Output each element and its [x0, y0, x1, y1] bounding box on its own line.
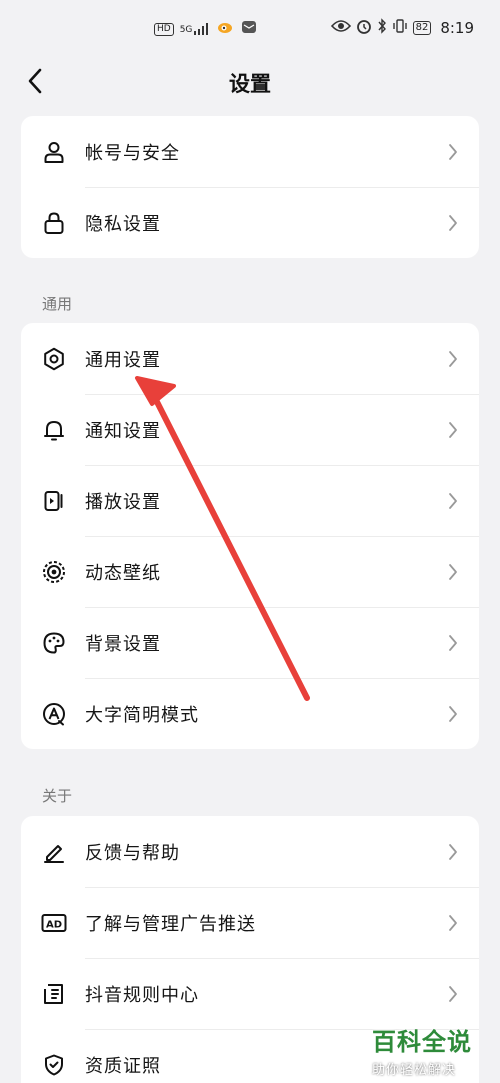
row-label: 背景设置: [85, 633, 161, 655]
pencil-icon: [41, 839, 67, 865]
play-icon: [41, 488, 67, 514]
account-card: 帐号与安全 隐私设置: [21, 116, 479, 258]
row-notification-settings[interactable]: 通知设置: [21, 394, 479, 465]
gear-icon: [41, 346, 67, 372]
network-type: 5G: [179, 25, 193, 35]
chevron-right-icon: [449, 635, 457, 651]
row-playback-settings[interactable]: 播放设置: [21, 465, 479, 536]
watermark-subtitle: 助你轻松解决: [372, 1063, 457, 1078]
row-rules-center[interactable]: 抖音规则中心: [21, 958, 479, 1029]
rules-icon: [41, 981, 67, 1007]
row-label: 抖音规则中心: [85, 984, 199, 1006]
svg-text:AD: AD: [46, 919, 62, 930]
navigation-bar: 设置: [0, 56, 500, 108]
row-label: 大字简明模式: [85, 704, 199, 726]
row-account-security[interactable]: 帐号与安全: [21, 116, 479, 187]
row-privacy-settings[interactable]: 隐私设置: [21, 187, 479, 258]
chevron-right-icon: [449, 915, 457, 931]
battery-indicator: 82: [412, 21, 432, 35]
bluetooth-icon: [377, 18, 387, 38]
shield-check-icon: [41, 1052, 67, 1078]
general-card: 通用设置 通知设置 播放设置 动态壁纸 背景设置 大字简明模式: [21, 323, 479, 749]
chevron-right-icon: [449, 844, 457, 860]
clock: 8:19: [440, 19, 474, 37]
chevron-right-icon: [449, 144, 457, 160]
vibrate-icon: [392, 18, 408, 38]
row-label: 了解与管理广告推送: [85, 913, 256, 935]
chevron-right-icon: [449, 493, 457, 509]
ad-icon: AD: [41, 910, 67, 936]
row-large-font-mode[interactable]: 大字简明模式: [21, 678, 479, 749]
large-font-icon: [41, 701, 67, 727]
row-label: 动态壁纸: [85, 562, 161, 584]
signal-icon: 5G: [180, 23, 212, 35]
status-icons-left: HD 5G: [154, 19, 257, 39]
status-icons-right: 82 8:19: [330, 18, 474, 38]
watermark: 百科全说 助你轻松解决: [372, 1022, 492, 1078]
row-label: 资质证照: [85, 1055, 161, 1077]
lock-icon: [41, 210, 67, 236]
hd-badge: HD: [154, 22, 174, 36]
person-icon: [41, 139, 67, 165]
row-live-wallpaper[interactable]: 动态壁纸: [21, 536, 479, 607]
chevron-right-icon: [449, 706, 457, 722]
chevron-right-icon: [449, 564, 457, 580]
section-label-general: 通用: [42, 295, 73, 313]
watermark-title: 百科全说: [372, 1028, 472, 1056]
row-label: 帐号与安全: [85, 142, 180, 164]
wallpaper-icon: [41, 559, 67, 585]
row-background-settings[interactable]: 背景设置: [21, 607, 479, 678]
eye-icon: [330, 19, 351, 37]
chevron-right-icon: [449, 986, 457, 1002]
row-label: 隐私设置: [85, 213, 161, 235]
chevron-right-icon: [449, 215, 457, 231]
row-label: 通用设置: [85, 349, 161, 371]
row-feedback-help[interactable]: 反馈与帮助: [21, 816, 479, 887]
status-bar: HD 5G 82 8:19: [0, 0, 500, 56]
alarm-icon: [356, 18, 372, 38]
palette-icon: [41, 630, 67, 656]
row-general-settings[interactable]: 通用设置: [21, 323, 479, 394]
row-label: 反馈与帮助: [85, 842, 180, 864]
bell-icon: [41, 417, 67, 443]
row-label: 通知设置: [85, 420, 161, 442]
row-label: 播放设置: [85, 491, 161, 513]
mail-icon: [241, 20, 257, 38]
weibo-icon: [217, 19, 235, 39]
chevron-right-icon: [449, 351, 457, 367]
row-ad-management[interactable]: AD 了解与管理广告推送: [21, 887, 479, 958]
chevron-right-icon: [449, 422, 457, 438]
page-title: 设置: [229, 72, 271, 96]
section-label-about: 关于: [42, 787, 73, 805]
